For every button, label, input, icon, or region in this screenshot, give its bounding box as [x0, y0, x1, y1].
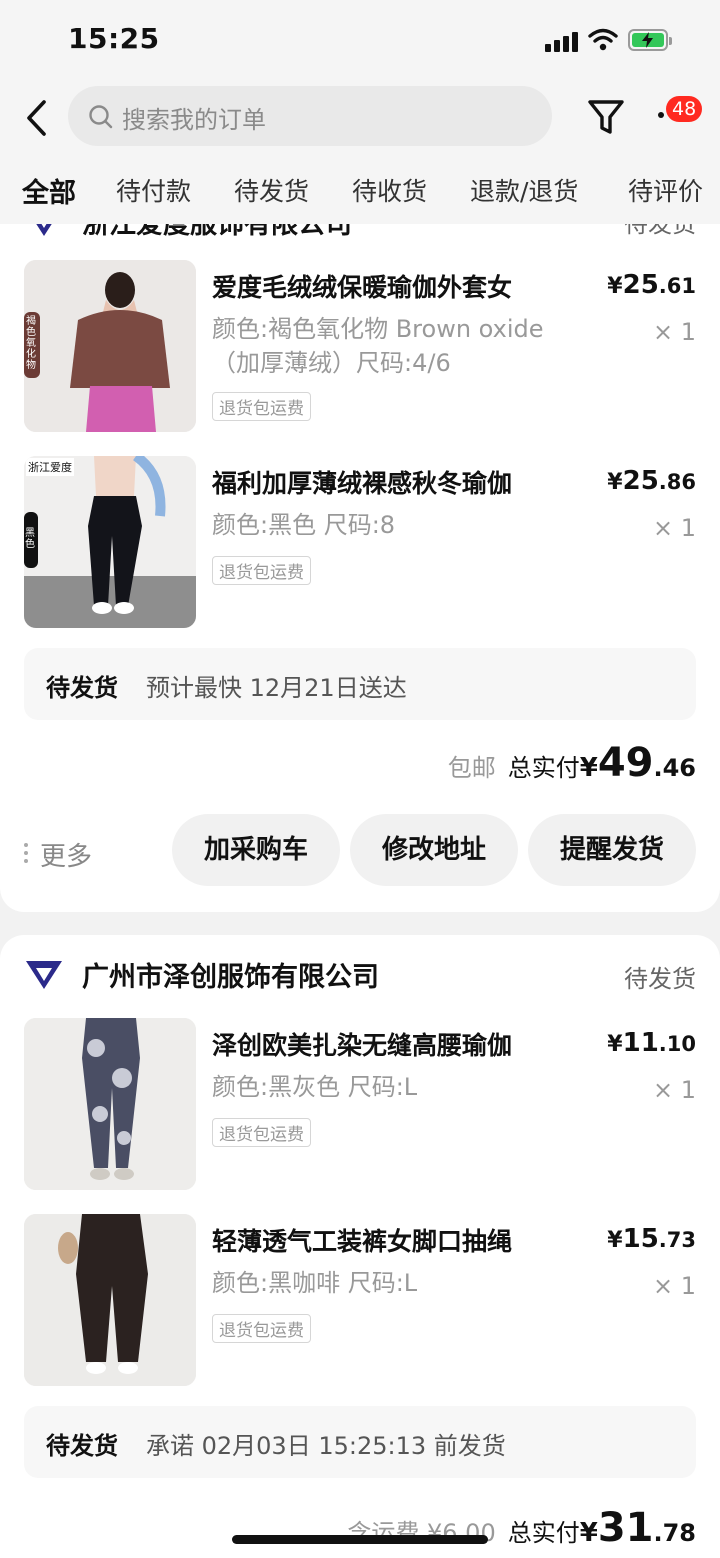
order-status: 待发货 [624, 965, 696, 993]
return-shipping-tag: 退货包运费 [212, 1314, 311, 1343]
status-bar: 15:25 [0, 0, 720, 80]
status-time: 15:25 [68, 22, 160, 55]
product-spec: 颜色:黑咖啡 尺码:L [212, 1269, 418, 1297]
product-title: 爱度毛绒绒保暖瑜伽外套女 [212, 273, 513, 302]
shipping-promise: 承诺 02月03日 15:25:13 前发货 [146, 1432, 506, 1460]
battery-icon [628, 29, 672, 51]
product-image: 褐色氧化物 [24, 260, 196, 432]
order-item[interactable]: 浙江爱度 黑色 福利加厚薄绒裸感秋冬瑜伽 颜色:黑色 尺码:8 退货包运费 ¥2… [0, 456, 720, 628]
shipping-status: 待发货 [46, 674, 118, 702]
shipping-estimate: 预计最快 12月21日送达 [146, 674, 407, 702]
messages-button[interactable]: 48 [654, 96, 708, 138]
more-button[interactable]: 更多 [24, 836, 92, 873]
wifi-icon [588, 28, 618, 51]
add-to-purchase-cart-button[interactable]: 加采购车 [172, 814, 340, 886]
product-spec: 颜色:黑灰色 尺码:L [212, 1073, 418, 1101]
product-spec: 颜色:褐色氧化物 Brown oxide（加厚薄绒）尺码:4/6 [212, 315, 544, 377]
tab-pending-shipment[interactable]: 待发货 [234, 172, 309, 208]
thumb-color-label: 黑色 [25, 528, 35, 550]
tab-pending-payment[interactable]: 待付款 [116, 172, 191, 208]
vertical-dots-icon [24, 843, 28, 863]
filter-icon[interactable] [586, 96, 626, 138]
tab-refund-return[interactable]: 退款/退货 [470, 172, 578, 208]
search-placeholder: 搜索我的订单 [122, 106, 266, 134]
shop-logo-icon [26, 961, 62, 989]
return-shipping-tag: 退货包运费 [212, 392, 311, 421]
shipping-status: 待发货 [46, 1432, 118, 1460]
tab-pending-review[interactable]: 待评价 [628, 172, 703, 208]
order-card: 广州市泽创服饰有限公司 待发货 泽创欧美扎染无缝高腰瑜伽 颜色:黑灰色 尺码:L… [0, 935, 720, 1558]
order-tabs: 全部 待付款 待发货 待收货 退款/退货 待评价 [0, 160, 720, 224]
modify-address-button[interactable]: 修改地址 [350, 814, 518, 886]
tab-pending-receipt[interactable]: 待收货 [352, 172, 427, 208]
product-image [24, 1214, 196, 1386]
product-price: ¥25.86 [607, 466, 696, 496]
thumb-color-label: 褐色氧化物 [26, 316, 36, 371]
product-price: ¥11.10 [607, 1028, 696, 1058]
top-bar: 搜索我的订单 48 [0, 80, 720, 160]
more-dot-icon [658, 112, 664, 118]
product-image [24, 1018, 196, 1190]
shipping-fee-note: 包邮 [447, 754, 496, 782]
shop-name: 广州市泽创服饰有限公司 [82, 962, 379, 993]
product-quantity: × 1 [652, 318, 696, 346]
back-arrow-icon[interactable] [22, 98, 52, 138]
product-price: ¥25.61 [607, 270, 696, 300]
product-quantity: × 1 [652, 1272, 696, 1300]
return-shipping-tag: 退货包运费 [212, 556, 311, 585]
product-image: 浙江爱度 黑色 [24, 456, 196, 628]
product-title: 福利加厚薄绒裸感秋冬瑜伽 [212, 469, 513, 498]
product-spec: 颜色:黑色 尺码:8 [212, 511, 396, 539]
message-count-badge: 48 [666, 96, 703, 122]
search-icon [89, 105, 113, 129]
cellular-signal-icon [545, 30, 579, 52]
shipping-info[interactable]: 待发货 预计最快 12月21日送达 [24, 648, 696, 720]
thumb-brand-label: 浙江爱度 [26, 458, 74, 476]
product-quantity: × 1 [652, 514, 696, 542]
tab-all[interactable]: 全部 [22, 171, 76, 210]
product-title: 泽创欧美扎染无缝高腰瑜伽 [212, 1031, 513, 1060]
product-price: ¥15.73 [607, 1224, 696, 1254]
product-title: 轻薄透气工装裤女脚口抽绳 [212, 1227, 513, 1256]
return-shipping-tag: 退货包运费 [212, 1118, 311, 1147]
order-item[interactable]: 褐色氧化物 爱度毛绒绒保暖瑜伽外套女 颜色:褐色氧化物 Brown oxide（… [0, 260, 720, 432]
order-item[interactable]: 轻薄透气工装裤女脚口抽绳 颜色:黑咖啡 尺码:L 退货包运费 ¥15.73 × … [0, 1214, 720, 1386]
remind-shipment-button[interactable]: 提醒发货 [528, 814, 696, 886]
home-indicator[interactable] [232, 1535, 488, 1544]
order-total: 包邮 总实付¥49.46 [447, 740, 696, 786]
shipping-info[interactable]: 待发货 承诺 02月03日 15:25:13 前发货 [24, 1406, 696, 1478]
order-card: 浙江爱度服饰有限公司 待发货 褐色氧化物 爱度毛绒绒保暖瑜伽外套女 颜色:褐色氧… [0, 200, 720, 912]
order-total: 含运费 ¥6.00 总实付¥31.78 [347, 1505, 696, 1551]
product-quantity: × 1 [652, 1076, 696, 1104]
order-search-input[interactable]: 搜索我的订单 [68, 86, 552, 146]
order-item[interactable]: 泽创欧美扎染无缝高腰瑜伽 颜色:黑灰色 尺码:L 退货包运费 ¥11.10 × … [0, 1018, 720, 1190]
